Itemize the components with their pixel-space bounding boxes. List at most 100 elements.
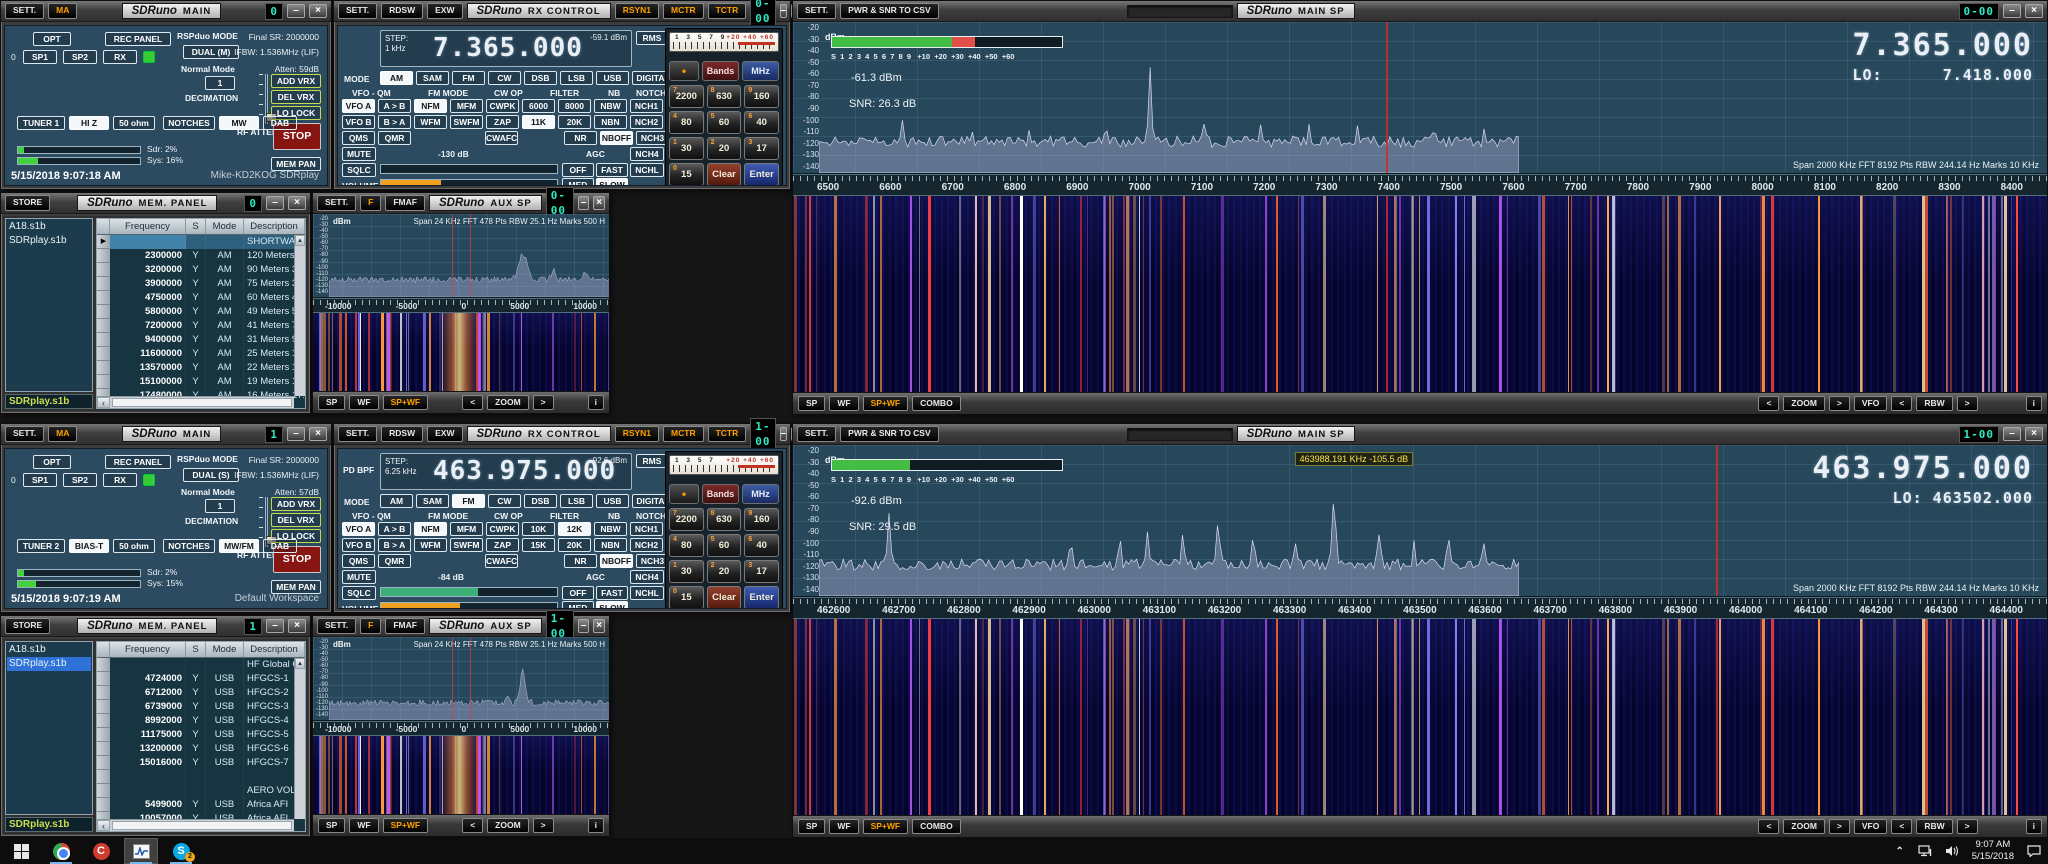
rx-option-button[interactable]: SWFM [450,115,483,129]
rdsw-button[interactable]: RDSW [381,426,423,441]
exw-button[interactable]: EXW [427,3,462,18]
sp-titlebar[interactable]: SETT. PWR & SNR TO CSV SDRuno MAIN SP 1-… [793,424,2047,445]
mode-button[interactable]: CW [488,494,521,508]
rx-option-button[interactable]: SWFM [450,538,483,552]
settings-button[interactable]: SETT. [797,3,836,18]
spectrum-display[interactable]: -20-30-40-50-60-70-80-90-100-110-120-130… [793,22,2047,174]
mem-pan-button[interactable]: MEM PAN [271,580,321,594]
rx-option-button[interactable]: MFM [450,99,483,113]
rx-option-button[interactable]: QMS [342,131,375,145]
rx-option-button[interactable]: NCH2 [630,115,663,129]
agc-off-button[interactable]: OFF [562,586,594,600]
rx-option-button[interactable]: NFM [414,522,447,536]
minimize-button[interactable]: – [287,4,305,18]
mode-button[interactable]: LSB [560,494,593,508]
band-key[interactable]: 8630 [707,85,742,108]
settings-button[interactable]: SETT. [317,618,356,633]
minimize-button[interactable]: – [780,4,788,18]
minimize-button[interactable]: – [2003,4,2021,18]
rx-option-button[interactable]: NBOFF [600,554,633,568]
memory-row[interactable]: 9400000 Y AM 31 Meters 9.400-9.900 [97,333,305,347]
minimize-button[interactable]: – [578,619,590,633]
memory-row[interactable]: 5499000 Y USB Africa AFI [97,798,305,812]
minimize-button[interactable]: – [2003,427,2021,441]
aux-spectrum-display[interactable]: -20-30-40-50-60-70-80-90-100-110-120-130… [313,214,609,298]
mctr-button[interactable]: MCTR [663,426,704,441]
notches-button[interactable]: NOTCHES [163,539,215,553]
rx-option-button[interactable]: B > A [378,538,411,552]
memory-table[interactable]: Frequency S Mode Description HF Global C… [96,641,306,832]
ccleaner-taskbar-icon[interactable]: C [84,838,118,864]
rx-option-button[interactable]: 15K [522,538,555,552]
mode-button[interactable]: USB [596,71,629,85]
memory-row[interactable] [97,770,305,784]
f-button[interactable]: F [360,195,381,210]
mode-button[interactable]: DSB [524,71,557,85]
rx-option-button[interactable]: B > A [378,115,411,129]
band-key[interactable]: 640 [744,111,779,134]
store-button[interactable]: STORE [5,195,50,210]
del-vrx-button[interactable]: DEL VRX [271,513,321,527]
squelch-slider[interactable] [380,587,558,597]
rbw-down-button[interactable]: < [1891,819,1912,834]
horizontal-scrollbar[interactable]: ‹ [97,819,294,831]
antenna-input-button[interactable]: BIAS-T [69,539,109,553]
rx-option-button[interactable]: QMR [378,554,411,568]
rx-option-button[interactable]: NR [564,554,597,568]
band-key[interactable]: 130 [669,137,704,160]
bank-file-item[interactable]: A18.s1b [7,643,91,657]
band-key[interactable]: 220 [707,137,742,160]
rx-option-button[interactable]: 11K [522,115,555,129]
settings-button[interactable]: SETT. [5,426,44,441]
band-key[interactable]: 9160 [744,85,779,108]
band-key[interactable]: 8630 [707,508,742,531]
display-mode-button[interactable]: COMBO [912,819,961,834]
sp2-button[interactable]: SP2 [63,50,97,64]
close-button[interactable]: × [309,427,327,441]
close-button[interactable]: × [288,619,306,633]
rx-option-button[interactable]: NBW [594,522,627,536]
rx-option-button[interactable]: NBOFF [600,131,633,145]
info-button[interactable]: i [2026,819,2042,834]
nch4-button[interactable]: NCH4 [630,147,664,161]
band-key[interactable]: 015 [669,586,704,609]
rsyn1-button[interactable]: RSYN1 [615,426,659,441]
display-mode-button[interactable]: WF [829,819,858,834]
memory-row[interactable]: 11600000 Y AM 25 Meters 11.600-12.100 [97,347,305,361]
dab-notch-button[interactable]: DAB [263,116,297,130]
memory-row[interactable]: 5800000 Y AM 49 Meters 5.800-6.200 [97,305,305,319]
frequency-scale[interactable]: 4626004627004628004629004630004631004632… [793,597,2047,619]
network-icon[interactable] [1916,838,1936,864]
rx-option-button[interactable]: NBN [594,115,627,129]
rms-button[interactable]: RMS [636,31,668,45]
memory-row[interactable]: 3900000 Y AM 75 Meters 3.900-4.000 [97,277,305,291]
close-button[interactable]: × [593,196,605,210]
notches-button[interactable]: NOTCHES [163,116,215,130]
display-mode-button[interactable]: WF [349,818,378,833]
main-titlebar[interactable]: SETT. MA SDRuno MAIN 0 – × [1,1,331,22]
memory-row[interactable]: ▶ SHORTWAVE BAND PLAN [97,235,305,249]
waterfall-display[interactable] [793,196,2047,392]
clear-key[interactable]: Clear [707,163,742,186]
rx-option-button[interactable]: VFO A [342,99,375,113]
minimize-button[interactable]: – [578,196,590,210]
rx-option-button[interactable]: WFM [414,115,447,129]
settings-button[interactable]: SETT. [5,3,44,18]
aux-waterfall-display[interactable] [313,736,609,814]
mode-button[interactable]: AM [380,494,413,508]
rx-option-button[interactable]: VFO A [342,522,375,536]
rx-option-button[interactable]: 20K [558,538,591,552]
memory-row[interactable]: 4724000 Y USB HFGCS-1 [97,672,305,686]
rx-option-button[interactable]: CWAFC [485,131,518,145]
frequency-display[interactable]: STEP:1 kHz 7.365.000 -59.1 dBm [380,30,632,67]
mem-titlebar[interactable]: STORE SDRuno MEM. PANEL 1 – × [1,616,310,637]
rx-option-button[interactable]: 10K [522,522,555,536]
rx-option-button[interactable]: CWPK [486,99,519,113]
fmaf-button[interactable]: FMAF [385,618,425,633]
sp1-button[interactable]: SP1 [23,473,57,487]
rx-option-button[interactable]: VFO B [342,538,375,552]
band-dot-button[interactable]: • [669,484,699,504]
band-key[interactable]: 317 [744,137,779,160]
memory-row[interactable]: 6739000 Y USB HFGCS-3 [97,700,305,714]
rec-panel-button[interactable]: REC PANEL [105,32,171,46]
